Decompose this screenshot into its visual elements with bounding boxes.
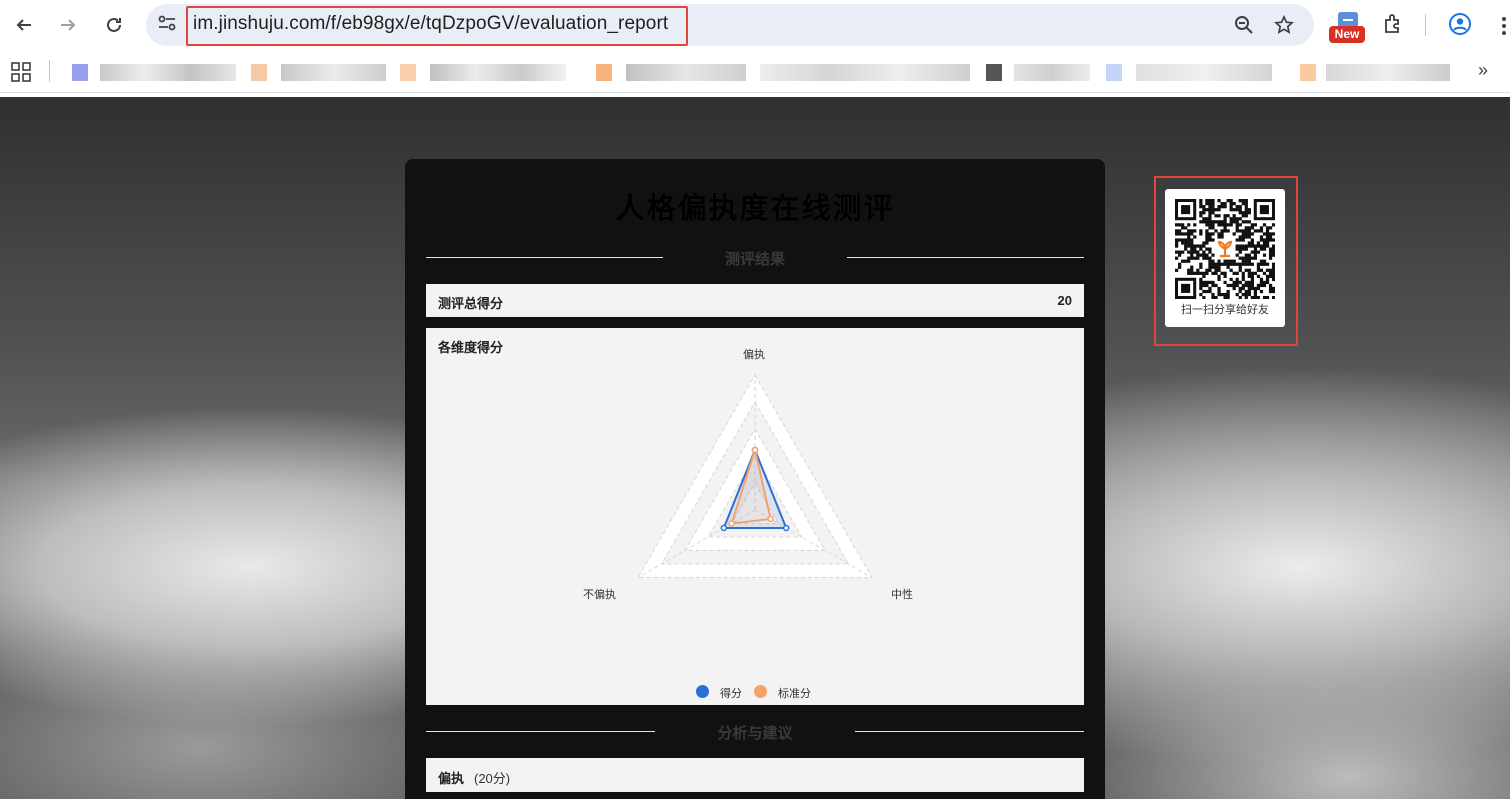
dimension-score-panel: 各维度得分 偏执 中性 不偏执 得分 标准分 <box>426 328 1084 705</box>
section-analysis-heading: 分析与建议 <box>717 725 793 742</box>
axis-label-not-paranoid: 不偏执 <box>583 589 616 601</box>
bookmark-item[interactable] <box>596 64 612 81</box>
analysis-item-row: 偏执 (20分) <box>426 758 1084 792</box>
bookmark-star-icon[interactable] <box>1272 13 1296 37</box>
analysis-item-score: (20分) <box>474 771 511 786</box>
bookmark-item[interactable] <box>760 64 970 81</box>
bookmark-item[interactable] <box>430 64 566 81</box>
qr-code-image[interactable] <box>1175 199 1275 299</box>
reload-icon[interactable] <box>100 11 128 39</box>
section-divider <box>855 731 1084 732</box>
bookmark-item[interactable] <box>1326 64 1450 81</box>
radar-point <box>720 524 728 532</box>
url-text[interactable]: im.jinshuju.com/f/eb98gx/e/tqDzpoGV/eval… <box>193 13 668 35</box>
bookmark-item[interactable] <box>1136 64 1272 81</box>
radar-point <box>751 446 759 454</box>
total-score-value: 20 <box>1057 293 1072 308</box>
analysis-item-name: 偏执 <box>438 771 465 786</box>
report-title: 人格偏执度在线测评 <box>615 193 895 225</box>
page-background: 人格偏执度在线测评 测评结果 测评总得分 20 各维度得分 偏执 中性 不偏执 … <box>0 97 1510 799</box>
bookmark-item[interactable] <box>281 64 386 81</box>
legend-label-score[interactable]: 得分 <box>720 685 742 701</box>
bookmarks-overflow-icon[interactable]: » <box>1478 60 1488 81</box>
bookmark-item[interactable] <box>1014 64 1090 81</box>
back-icon[interactable] <box>10 11 38 39</box>
site-info-icon[interactable] <box>156 12 180 36</box>
radar-point <box>767 515 774 523</box>
extensions-puzzle-icon[interactable] <box>1381 12 1405 36</box>
bookmark-item[interactable] <box>1106 64 1122 81</box>
total-score-label: 测评总得分 <box>438 296 504 311</box>
radar-chart <box>637 373 873 578</box>
bookmark-item[interactable] <box>251 64 267 81</box>
legend-label-standard[interactable]: 标准分 <box>778 685 811 701</box>
forward-icon[interactable] <box>54 11 82 39</box>
profile-avatar-icon[interactable] <box>1448 12 1472 36</box>
bookmark-item[interactable] <box>72 64 88 81</box>
bookmark-item[interactable] <box>626 64 746 81</box>
zoom-icon[interactable] <box>1232 13 1256 37</box>
bookmarks-bar: » <box>0 52 1510 93</box>
bookmark-item[interactable] <box>400 64 416 81</box>
section-divider <box>847 257 1084 258</box>
report-card: 人格偏执度在线测评 测评结果 测评总得分 20 各维度得分 偏执 中性 不偏执 … <box>405 159 1105 799</box>
axis-label-paranoid: 偏执 <box>743 349 765 361</box>
bookmark-item[interactable] <box>100 64 236 81</box>
bookmark-item[interactable] <box>1300 64 1316 81</box>
menu-kebab-icon[interactable] <box>1500 15 1508 37</box>
toolbar-divider <box>1425 14 1426 36</box>
axis-label-neutral: 中性 <box>891 589 913 601</box>
total-score-row: 测评总得分 20 <box>426 284 1084 317</box>
radar-point <box>728 520 735 527</box>
bookmark-item[interactable] <box>986 64 1002 81</box>
apps-grid-icon[interactable] <box>11 62 31 82</box>
bookmarks-divider <box>49 60 50 82</box>
section-divider <box>426 731 655 732</box>
section-result-heading: 测评结果 <box>724 251 785 268</box>
radar-point <box>782 524 790 532</box>
new-badge: New <box>1329 26 1365 43</box>
legend-dot-standard[interactable] <box>754 685 767 698</box>
legend-dot-score[interactable] <box>696 685 709 698</box>
share-qr-card: 扫一扫分享给好友 <box>1165 189 1285 327</box>
browser-toolbar: im.jinshuju.com/f/eb98gx/e/tqDzpoGV/eval… <box>0 0 1510 52</box>
share-caption: 扫一扫分享给好友 <box>1181 304 1269 316</box>
section-divider <box>426 257 663 258</box>
